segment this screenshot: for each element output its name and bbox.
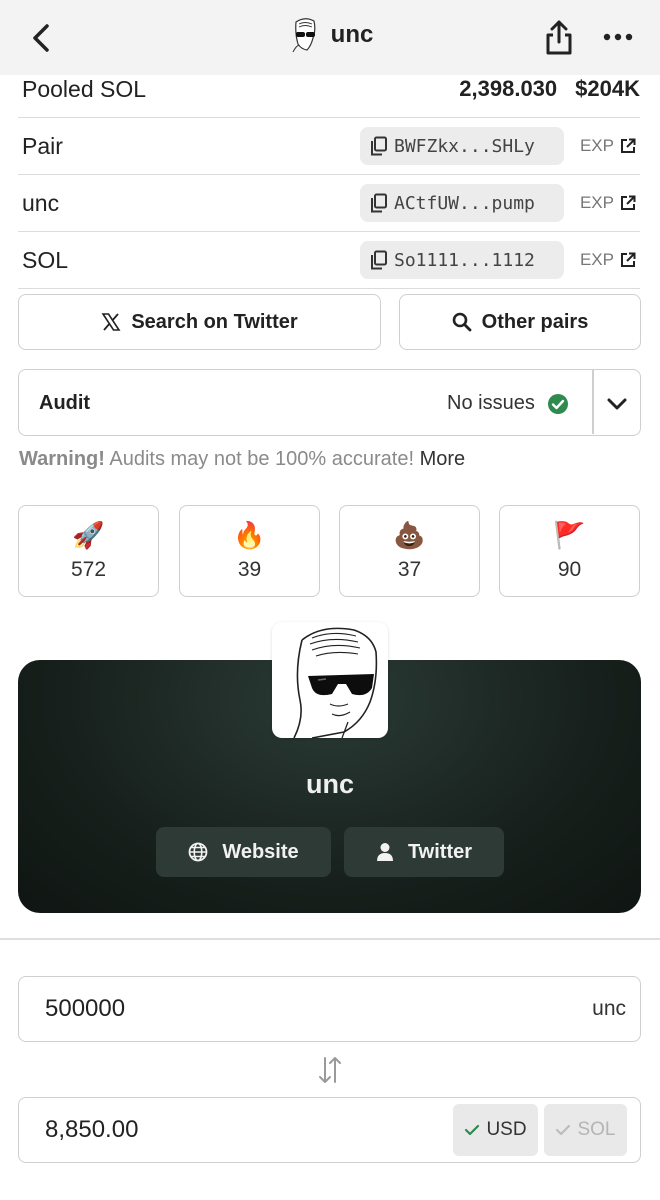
audit-expand-button[interactable] [605, 392, 629, 416]
sol-address-copy[interactable]: So1111...1112 [360, 241, 564, 279]
pooled-sol-usd: $204K [575, 76, 640, 101]
token-avatar [272, 622, 388, 738]
warning-text: Audits may not be 100% accurate! [109, 448, 414, 470]
ellipsis-icon [603, 33, 633, 41]
sol-explorer-link[interactable]: EXP [580, 250, 636, 270]
reaction-poop[interactable]: 💩 37 [339, 505, 480, 597]
pooled-sol-values: 2,398.030 $204K [459, 76, 640, 102]
audit-divider [592, 370, 594, 434]
audit-warning: Warning! Audits may not be 100% accurate… [19, 448, 465, 471]
sol-address: So1111...1112 [394, 249, 535, 271]
more-options-button[interactable] [602, 30, 634, 44]
external-link-icon [621, 195, 636, 210]
chevron-down-icon [607, 398, 627, 410]
x-logo-icon [101, 313, 121, 331]
swap-direction-button[interactable] [316, 1054, 344, 1086]
amount-input[interactable]: 500000 unc [18, 976, 641, 1042]
copy-icon [371, 193, 387, 213]
check-icon [465, 1124, 480, 1136]
sol-toggle-label: SOL [577, 1119, 616, 1140]
globe-icon [188, 842, 208, 862]
pair-address: BWFZkx...SHLy [394, 135, 535, 157]
search-icon [452, 312, 472, 332]
search-on-twitter-label: Search on Twitter [131, 310, 298, 333]
swap-arrows-icon [319, 1057, 341, 1083]
reaction-count: 37 [397, 558, 422, 581]
pair-label: Pair [22, 132, 63, 159]
amount-unit: unc [592, 997, 626, 1020]
warning-title: Warning! [19, 448, 105, 470]
token-name: unc [305, 769, 354, 799]
reaction-flag[interactable]: 🚩 90 [499, 505, 640, 597]
external-link-icon [621, 252, 636, 267]
exp-label: EXP [579, 250, 614, 269]
poop-icon: 💩 [393, 520, 426, 550]
rocket-icon: 🚀 [72, 520, 105, 550]
audit-status: No issues [447, 392, 569, 415]
amount-value: 500000 [45, 995, 126, 1022]
twitter-label: Twitter [407, 840, 473, 863]
reaction-count: 90 [557, 558, 582, 581]
sol-label: SOL [22, 246, 69, 273]
audit-status-text: No issues [447, 392, 535, 414]
check-circle-icon [547, 393, 568, 414]
reaction-rocket[interactable]: 🚀 572 [18, 505, 159, 597]
website-button[interactable]: Website [156, 827, 331, 877]
pair-row: Pair BWFZkx...SHLy EXP [18, 118, 640, 175]
audit-panel[interactable]: Audit No issues [18, 369, 641, 436]
other-pairs-button[interactable]: Other pairs [399, 294, 641, 350]
fire-icon: 🔥 [233, 520, 266, 550]
share-icon [546, 20, 572, 55]
search-on-twitter-button[interactable]: Search on Twitter [18, 294, 381, 350]
sol-row: SOL So1111...1112 EXP [18, 232, 640, 289]
wojak-sunglasses-icon [293, 627, 378, 738]
other-pairs-label: Other pairs [481, 310, 589, 333]
share-button[interactable] [542, 18, 576, 58]
reaction-fire[interactable]: 🔥 39 [179, 505, 320, 597]
reaction-count: 572 [70, 558, 107, 581]
pair-address-copy[interactable]: BWFZkx...SHLy [360, 127, 564, 165]
usd-label: USD [486, 1119, 527, 1140]
unc-label: unc [22, 189, 60, 216]
unc-explorer-link[interactable]: EXP [580, 193, 636, 213]
reaction-count: 39 [237, 558, 262, 581]
check-icon [556, 1124, 571, 1136]
copy-icon [371, 250, 387, 270]
unc-address-copy[interactable]: ACtfUW...pump [360, 184, 564, 222]
result-value: 8,850.00 [45, 1116, 139, 1143]
pooled-sol-row: Pooled SOL 2,398.030 $204K [18, 61, 640, 118]
currency-sol-toggle[interactable]: SOL [544, 1104, 627, 1156]
pooled-sol-amount: 2,398.030 [459, 76, 558, 101]
section-divider [0, 938, 660, 940]
website-label: Website [222, 840, 299, 863]
external-link-icon [621, 138, 636, 153]
copy-icon [371, 136, 387, 156]
unc-address: ACtfUW...pump [394, 192, 535, 214]
user-icon [376, 843, 393, 861]
warning-more-link[interactable]: More [420, 448, 466, 470]
audit-label: Audit [39, 392, 91, 414]
red-flag-icon: 🚩 [553, 520, 586, 550]
exp-label: EXP [579, 193, 614, 212]
exp-label: EXP [579, 136, 614, 155]
page-title: unc [330, 21, 374, 48]
unc-row: unc ACtfUW...pump EXP [18, 175, 640, 232]
twitter-button[interactable]: Twitter [344, 827, 504, 877]
pooled-sol-label: Pooled SOL [22, 75, 147, 102]
currency-usd-toggle[interactable]: USD [453, 1104, 538, 1156]
pair-explorer-link[interactable]: EXP [580, 136, 636, 156]
token-avatar-icon [292, 18, 316, 53]
